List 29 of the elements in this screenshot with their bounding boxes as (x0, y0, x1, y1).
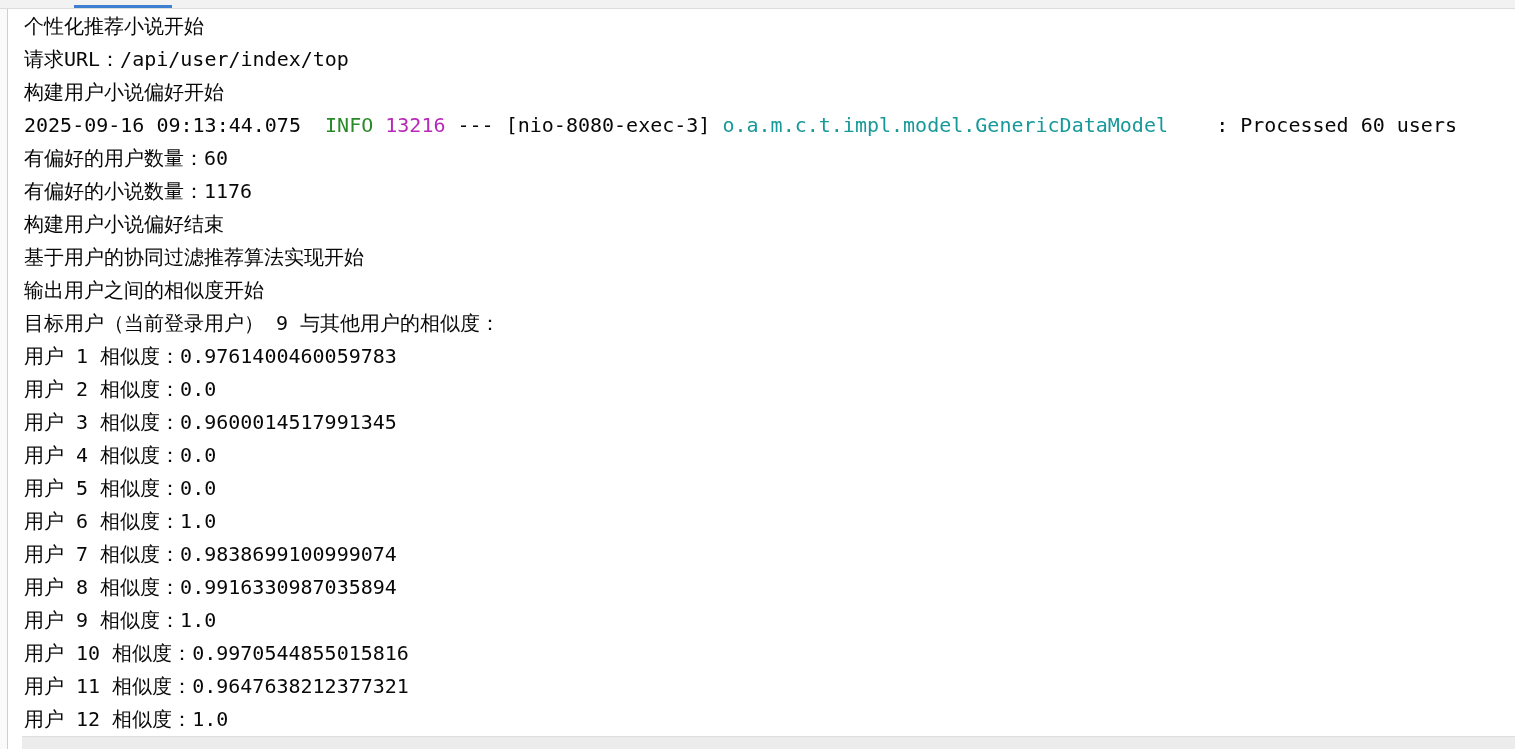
console-line: 有偏好的小说数量：1176 (24, 178, 253, 205)
console-line: 用户 10 相似度：0.9970544855015816 (24, 640, 409, 667)
console-line: 构建用户小说偏好开始 (24, 79, 224, 106)
console-line: 用户 12 相似度：1.0 (24, 706, 229, 733)
console-line: 用户 4 相似度：0.0 (24, 442, 217, 469)
console-line: 个性化推荐小说开始 (24, 13, 204, 40)
thread-name: [nio-8080-exec-3] (505, 112, 711, 139)
console-line: 用户 6 相似度：1.0 (24, 508, 217, 535)
console-line: 请求URL：/api/user/index/top (24, 46, 349, 73)
console-line: 用户 7 相似度：0.9838699100999074 (24, 541, 397, 568)
log-message: : Processed 60 users (1216, 112, 1457, 139)
console-line: 输出用户之间的相似度开始 (24, 277, 264, 304)
console-line: 用户 8 相似度：0.9916330987035894 (24, 574, 397, 601)
process-id: 13216 (385, 112, 446, 139)
console-line: 有偏好的用户数量：60 (24, 145, 229, 172)
console-line: 用户 11 相似度：0.9647638212377321 (24, 673, 409, 700)
log-level: INFO (325, 112, 374, 139)
console-line: 基于用户的协同过滤推荐算法实现开始 (24, 244, 364, 271)
console-line: 用户 1 相似度：0.9761400460059783 (24, 343, 397, 370)
console-line: 构建用户小说偏好结束 (24, 211, 224, 238)
active-tab-indicator[interactable] (74, 5, 172, 8)
console-line: 用户 5 相似度：0.0 (24, 475, 217, 502)
log-separator: --- (457, 112, 494, 139)
console-line: 用户 9 相似度：1.0 (24, 607, 217, 634)
log-timestamp: 2025-09-16 09:13:44.075 (24, 112, 301, 139)
logger-name: o.a.m.c.t.impl.model.GenericDataModel (722, 112, 1168, 139)
console-line: 目标用户（当前登录用户） 9 与其他用户的相似度： (24, 310, 501, 337)
console-line: 用户 2 相似度：0.0 (24, 376, 217, 403)
console-line: 用户 3 相似度：0.9600014517991345 (24, 409, 397, 436)
